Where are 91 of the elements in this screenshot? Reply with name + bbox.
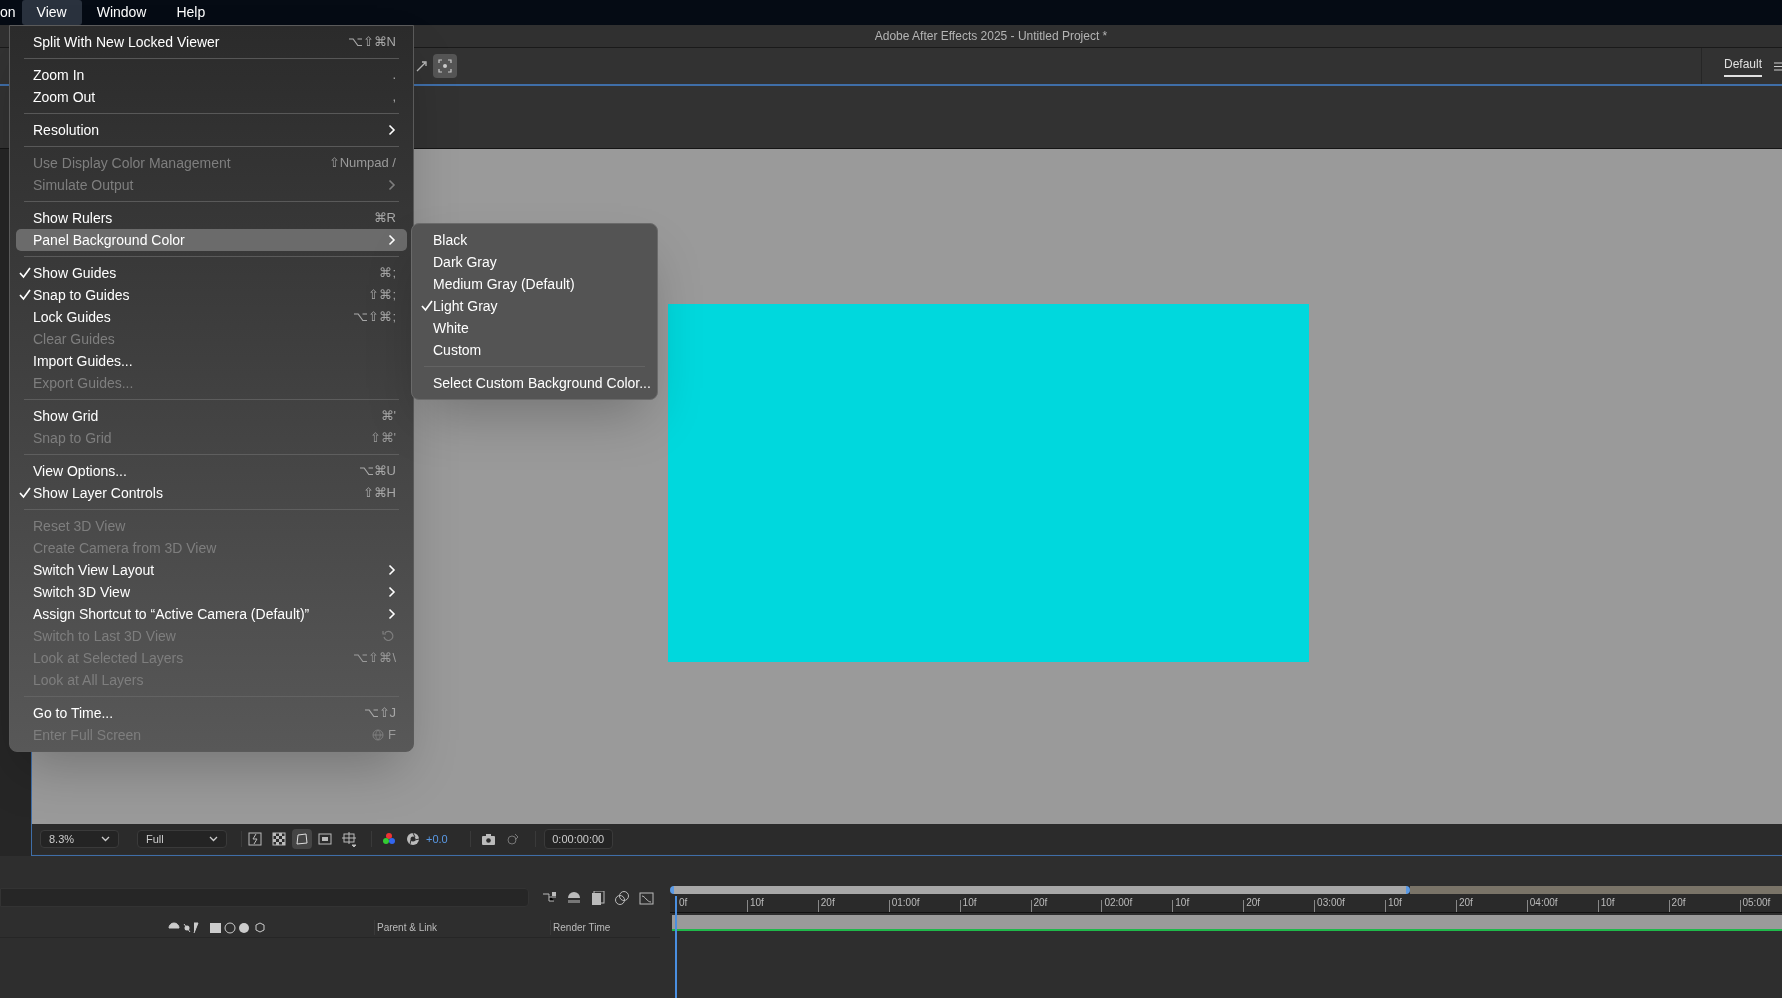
frame-blending-icon[interactable] [591,890,605,905]
exposure-value[interactable]: +0.0 [426,830,448,848]
color-channels-icon[interactable] [382,832,396,846]
shortcut-label: ⇧⌘H [362,484,396,503]
column-header: Render Time [550,920,611,935]
resolution-dropdown[interactable]: Full [137,830,227,848]
shortcut-label: ⌥⇧⌘N [347,33,396,52]
aperture-icon[interactable] [406,832,420,846]
menu-item[interactable]: Show Guides ⌘; [16,262,407,284]
shortcut-label: ⌥⇧⌘; [353,308,396,327]
region-of-interest-icon[interactable] [318,832,332,846]
menu-item[interactable]: Black [418,229,651,251]
chevron-down-icon [101,836,110,842]
menu-item[interactable]: Lock Guides ⌥⇧⌘; [16,306,407,328]
ruler-label: 10f [749,896,764,910]
check-icon [19,289,31,301]
check-icon [421,300,433,312]
shortcut-label: ⌥⇧J [363,704,396,723]
menu-item[interactable]: Zoom Out , [16,86,407,108]
menu-item[interactable]: Light Gray [418,295,651,317]
ruler-label: 04:00f [1529,896,1558,910]
menu-item[interactable]: Resolution [16,119,407,141]
menu-item[interactable]: Show Grid ⌘' [16,405,407,427]
mask-visibility-button[interactable] [292,829,312,849]
ruler-label: 10f [962,896,977,910]
shortcut-label: , [392,88,396,107]
flowchart-icon[interactable] [543,891,557,904]
ruler-label: 20f [1033,896,1048,910]
shortcut-label: F [388,726,396,745]
check-icon [19,487,31,499]
ruler-label: 20f [1671,896,1686,910]
shortcut-label: ⌥⌘U [358,462,396,481]
window-title: Adobe After Effects 2025 - Untitled Project * [874,28,1108,45]
ruler-label: 10f [1388,896,1402,910]
menu-item[interactable]: Snap to Guides ⇧⌘; [16,284,407,306]
menu-item[interactable]: White [418,317,651,339]
fast-preview-icon[interactable] [248,832,262,846]
shortcut-label: ⌘; [379,264,396,283]
menu-item[interactable]: Import Guides... [16,350,407,372]
menu-bar-item[interactable]: Help [161,0,221,25]
ruler-label: 01:00f [891,896,920,910]
menu-item[interactable]: View Options... ⌥⌘U [16,460,407,482]
menu-icon[interactable] [1774,61,1782,71]
workspace-tab[interactable]: Default [1723,55,1762,77]
shortcut-label: ⌘' [380,407,396,426]
menu-item[interactable]: Show Rulers ⌘R [16,207,407,229]
motion-blur-icon[interactable] [615,890,629,905]
menu-item[interactable]: Panel Background Color [16,229,407,251]
shortcut-label: ⌥⇧⌘\ [353,649,396,668]
ruler-label: 0f [679,896,688,910]
ruler-label: 03:00f [1317,896,1345,910]
menu-item[interactable]: Medium Gray (Default) [418,273,651,295]
column-header: Parent & Link [374,920,438,935]
ruler-label: 20f [820,896,835,910]
menu-item[interactable]: Zoom In . [16,64,407,86]
menu-item[interactable]: Switch View Layout [16,559,407,581]
shortcut-label: ⇧Numpad / [328,154,396,173]
shy-layers-icon[interactable] [567,891,581,904]
mask-path-icon [295,832,309,846]
menu-bar-item[interactable]: View [21,0,82,25]
show-snapshot-icon[interactable] [505,832,521,846]
menu-item[interactable]: Show Layer Controls ⇧⌘H [16,482,407,504]
menu-item[interactable]: Dark Gray [418,251,651,273]
grid-guides-icon[interactable] [342,831,357,847]
ruler-label: 10f [1600,896,1615,910]
zoom-dropdown[interactable]: 8.3% [40,830,119,848]
timecode-field[interactable]: 0:00:00:00 [543,829,613,849]
menu-item[interactable]: Switch 3D View [16,581,407,603]
menu-item[interactable]: Assign Shortcut to “Active Camera (Default)” [16,603,407,625]
ruler-label: 20f [1458,896,1473,910]
ruler-label: 05:00f [1742,896,1771,910]
check-icon [19,267,31,279]
graph-editor-icon[interactable] [639,890,654,905]
menu-item[interactable]: Custom [418,339,651,361]
menu-item[interactable]: Split With New Locked Viewer ⌥⇧⌘N [16,31,407,53]
ruler-label: 20f [1246,896,1261,910]
menu-bar-item[interactable]: Window [81,0,162,25]
transparency-grid-icon[interactable] [272,832,286,846]
ruler-label: 02:00f [1104,896,1133,910]
shortcut-label: . [392,66,396,85]
camera-icon[interactable] [480,832,496,846]
shortcut-label: ⇧⌘' [369,429,396,448]
menu-item[interactable]: Select Custom Background Color... [418,372,651,394]
focus-frame-icon [438,59,452,73]
menu-item[interactable]: Go to Time... ⌥⇧J [16,702,407,724]
chevron-down-icon [209,836,218,842]
snap-button[interactable] [433,54,457,78]
shortcut-label: ⇧⌘; [368,286,396,305]
menu-bar-item[interactable]: on [0,0,22,25]
ruler-label: 10f [1175,896,1190,910]
shortcut-label: ⌘R [373,209,396,228]
